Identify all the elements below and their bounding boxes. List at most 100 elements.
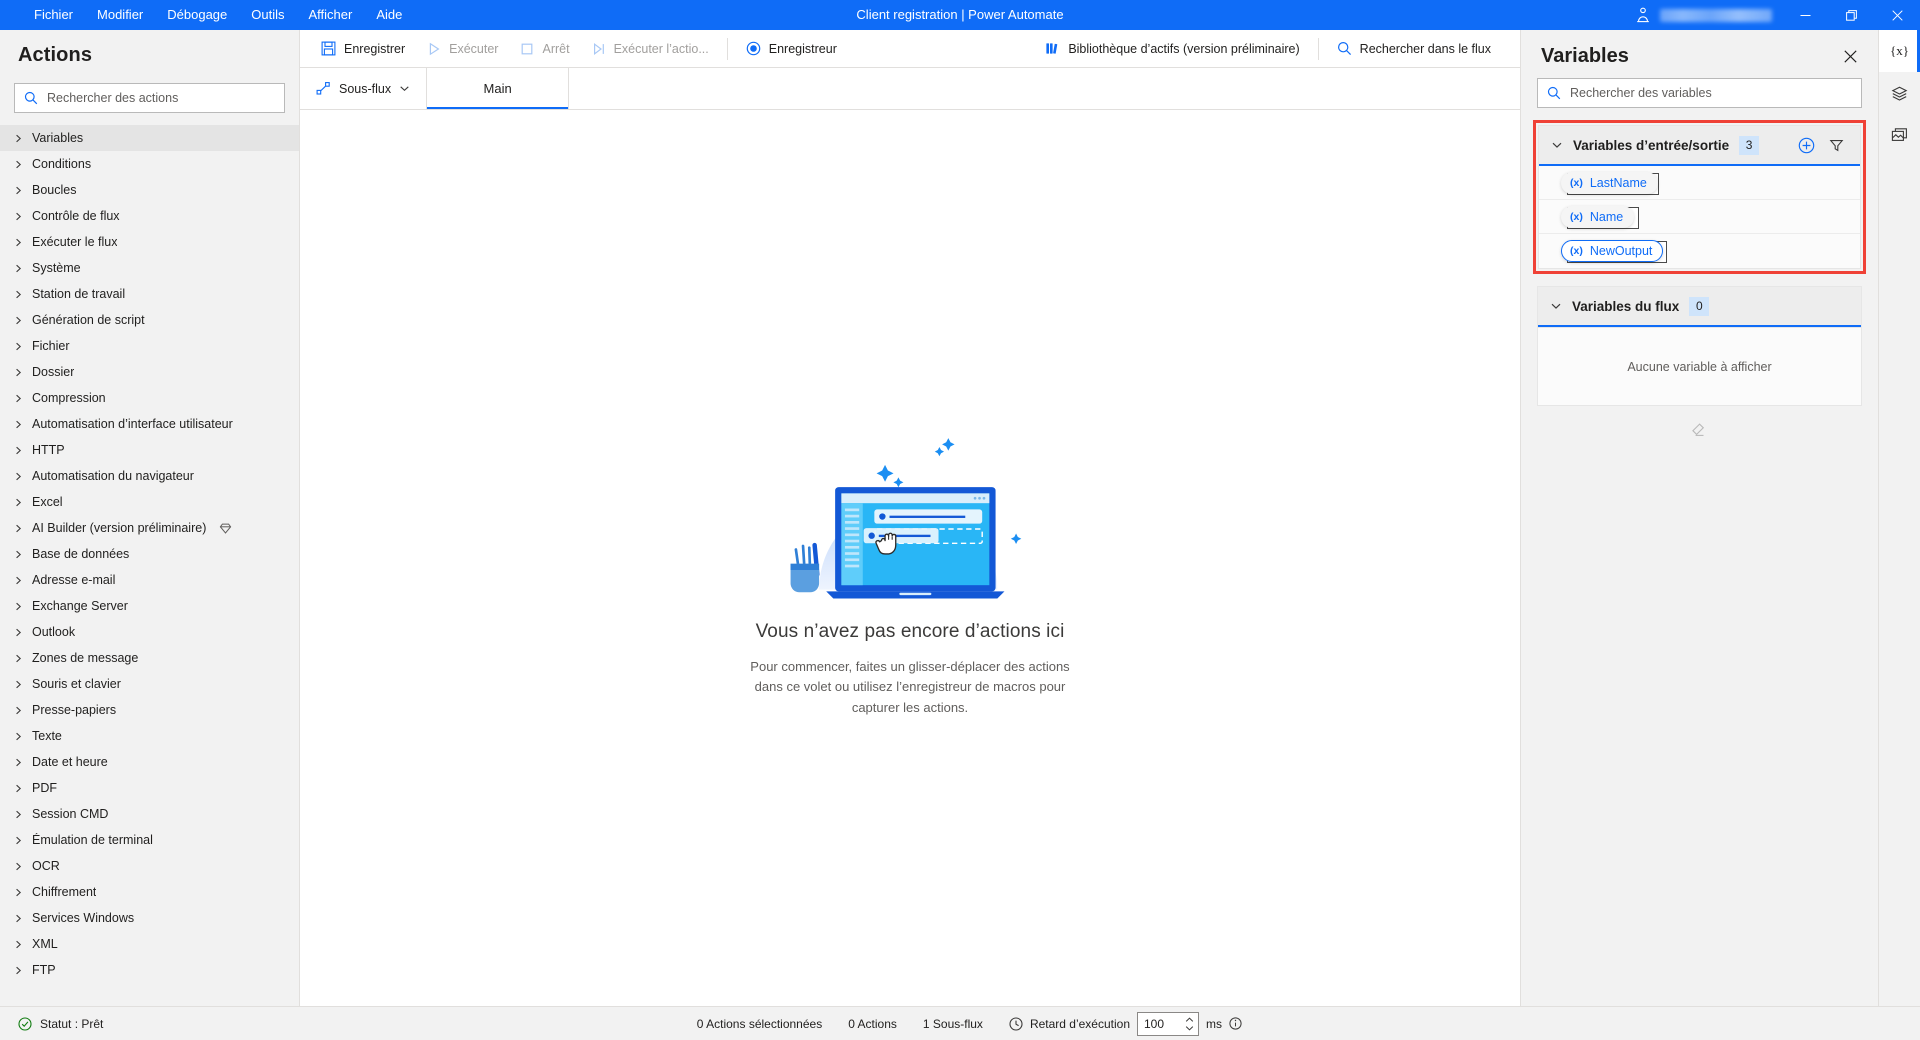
variable-name: NewOutput (1589, 244, 1653, 258)
action-category-ftp[interactable]: FTP (0, 957, 299, 983)
action-category-automatisation-d-interface-utilisateur[interactable]: Automatisation d’interface utilisateur (0, 411, 299, 437)
action-category-variables[interactable]: Variables (0, 125, 299, 151)
stop-icon (522, 43, 533, 54)
clear-variables-button[interactable] (1686, 416, 1714, 444)
delay-stepper[interactable] (1184, 1016, 1198, 1032)
filter-variables-button[interactable] (1822, 131, 1850, 159)
search-input[interactable] (47, 91, 275, 105)
action-category-xml[interactable]: XML (0, 931, 299, 957)
action-category-excel[interactable]: Excel (0, 489, 299, 515)
variable-row[interactable]: (x) NewOutput (1539, 234, 1860, 268)
action-category-base-de-donn-es[interactable]: Base de données (0, 541, 299, 567)
subflow-label: Sous-flux (339, 81, 392, 96)
actions-search-box[interactable] (14, 83, 285, 113)
menu-item-afficher[interactable]: Afficher (297, 0, 365, 30)
chevron-down-icon[interactable] (1551, 139, 1563, 151)
variable-pill[interactable]: (x) LastName (1561, 171, 1658, 194)
action-category-ai-builder-version-pr-liminaire[interactable]: AI Builder (version préliminaire) (0, 515, 299, 541)
stepper-down-icon[interactable] (1184, 1024, 1195, 1032)
stop-button[interactable]: Arrêt (509, 35, 580, 63)
action-category-presse-papiers[interactable]: Presse-papiers (0, 697, 299, 723)
restore-icon (1845, 9, 1857, 21)
action-category-fichier[interactable]: Fichier (0, 333, 299, 359)
action-category-services-windows[interactable]: Services Windows (0, 905, 299, 931)
action-category-label: Variables (32, 131, 84, 145)
menu-item-debogage[interactable]: Débogage (155, 0, 239, 30)
io-variables-header[interactable]: Variables d’entrée/sortie 3 (1539, 126, 1860, 166)
variables-pane-close-button[interactable] (1836, 42, 1864, 70)
variable-pill[interactable]: (x) Name (1561, 205, 1635, 228)
window-controls-group (1624, 0, 1920, 30)
variable-row[interactable]: (x) LastName (1539, 166, 1860, 200)
search-flow-button[interactable]: Rechercher dans le flux (1326, 35, 1502, 63)
action-category-pdf[interactable]: PDF (0, 775, 299, 801)
action-category-dossier[interactable]: Dossier (0, 359, 299, 385)
action-category-ocr[interactable]: OCR (0, 853, 299, 879)
add-variable-button[interactable] (1792, 131, 1820, 159)
tab-main-label: Main (483, 81, 512, 96)
action-category-contr-le-de-flux[interactable]: Contrôle de flux (0, 203, 299, 229)
menu-item-modifier[interactable]: Modifier (85, 0, 155, 30)
action-category-compression[interactable]: Compression (0, 385, 299, 411)
tab-main[interactable]: Main (427, 68, 570, 109)
action-category-exchange-server[interactable]: Exchange Server (0, 593, 299, 619)
action-category-chiffrement[interactable]: Chiffrement (0, 879, 299, 905)
action-category-mulation-de-terminal[interactable]: Émulation de terminal (0, 827, 299, 853)
menu-item-fichier[interactable]: Fichier (22, 0, 85, 30)
action-category-date-et-heure[interactable]: Date et heure (0, 749, 299, 775)
action-category-boucles[interactable]: Boucles (0, 177, 299, 203)
action-category-session-cmd[interactable]: Session CMD (0, 801, 299, 827)
empty-state-subtitle: Pour commencer, faites un glisser-déplac… (750, 659, 1070, 715)
chevron-right-icon (16, 758, 22, 766)
account-chip[interactable] (1624, 6, 1782, 24)
asset-library-button[interactable]: Bibliothèque d’actifs (version prélimina… (1034, 35, 1310, 63)
minimize-button[interactable] (1782, 0, 1828, 30)
action-category-syst-me[interactable]: Système (0, 255, 299, 281)
action-category-label: Automatisation du navigateur (32, 469, 194, 483)
chevron-down-icon[interactable] (1550, 300, 1562, 312)
rail-button-images[interactable] (1879, 114, 1920, 156)
filter-icon (1829, 139, 1843, 151)
variables-search-box[interactable] (1537, 78, 1862, 108)
action-category-outlook[interactable]: Outlook (0, 619, 299, 645)
action-category-ex-cuter-le-flux[interactable]: Exécuter le flux (0, 229, 299, 255)
action-category-station-de-travail[interactable]: Station de travail (0, 281, 299, 307)
execution-delay-input[interactable] (1137, 1011, 1199, 1036)
close-button[interactable] (1874, 0, 1920, 30)
run-button[interactable]: Exécuter (416, 35, 509, 63)
rail-button-variables[interactable]: {x} (1879, 30, 1920, 72)
variables-search-input[interactable] (1570, 86, 1852, 100)
chevron-right-icon (16, 706, 22, 714)
chevron-right-icon (16, 628, 22, 636)
menu-item-aide[interactable]: Aide (364, 0, 414, 30)
actions-category-list[interactable]: Variables Conditions Boucles Contrôle de fl… (0, 125, 299, 1006)
action-category-label: Boucles (32, 183, 77, 197)
flow-canvas[interactable]: Vous n’avez pas encore d’actions ici Pou… (300, 110, 1520, 1006)
run-next-action-button[interactable]: Exécuter l’actio... (581, 35, 720, 63)
flow-variables-header[interactable]: Variables du flux 0 (1538, 287, 1861, 327)
save-button[interactable]: Enregistrer (310, 35, 416, 63)
rail-button-ui-elements[interactable] (1879, 72, 1920, 114)
variables-search-wrap (1521, 76, 1878, 120)
delay-value-field[interactable] (1144, 1016, 1182, 1031)
variable-row[interactable]: (x) Name (1539, 200, 1860, 234)
action-category-automatisation-du-navigateur[interactable]: Automatisation du navigateur (0, 463, 299, 489)
recorder-button[interactable]: Enregistreur (735, 35, 848, 63)
maximize-restore-button[interactable] (1828, 0, 1874, 30)
variable-name: Name (1589, 209, 1624, 224)
action-category-adresse-e-mail[interactable]: Adresse e-mail (0, 567, 299, 593)
action-category-http[interactable]: HTTP (0, 437, 299, 463)
execution-delay-group: Retard d’exécution ms (1009, 1011, 1242, 1036)
chevron-right-icon (16, 498, 22, 506)
info-icon[interactable] (1229, 1017, 1242, 1030)
action-category-zones-de-message[interactable]: Zones de message (0, 645, 299, 671)
action-category-souris-et-clavier[interactable]: Souris et clavier (0, 671, 299, 697)
laptop-drag-drop-illustration (790, 430, 1027, 599)
action-category-conditions[interactable]: Conditions (0, 151, 299, 177)
menu-item-outils[interactable]: Outils (239, 0, 296, 30)
stepper-up-icon[interactable] (1184, 1016, 1195, 1024)
variable-pill[interactable]: (x) NewOutput (1561, 240, 1664, 262)
action-category-texte[interactable]: Texte (0, 723, 299, 749)
action-category-g-n-ration-de-script[interactable]: Génération de script (0, 307, 299, 333)
subflow-dropdown[interactable]: Sous-flux (300, 68, 428, 109)
